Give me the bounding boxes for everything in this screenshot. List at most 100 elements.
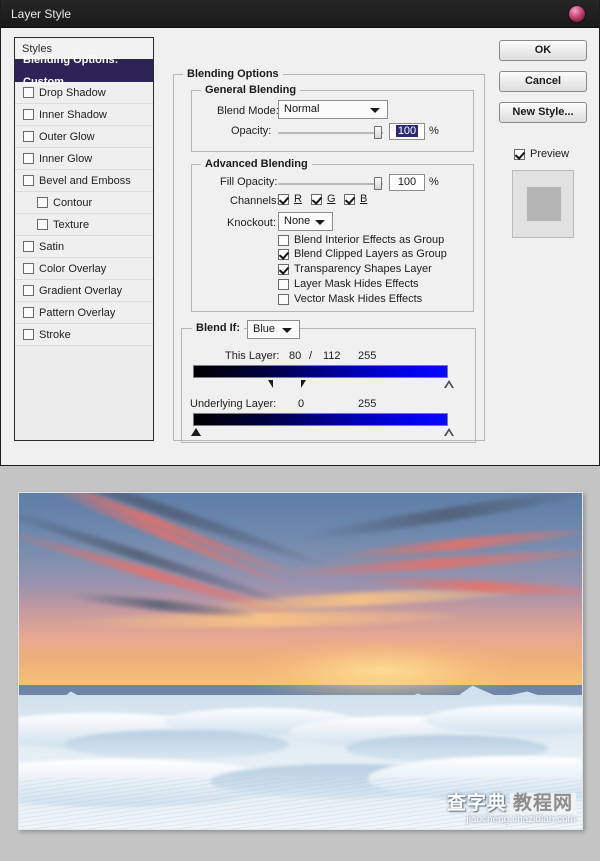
this-layer-separator: / [309, 350, 313, 362]
checkbox-checked-icon[interactable] [278, 263, 289, 275]
opacity-input[interactable]: 100 [389, 123, 425, 140]
checkbox-icon[interactable] [23, 109, 34, 120]
checkbox-icon[interactable] [278, 234, 289, 246]
checkbox-icon[interactable] [23, 241, 34, 252]
checkbox-checked-icon[interactable] [311, 193, 322, 205]
opacity-value: 100 [395, 125, 419, 137]
transparency-shapes-layer-checkbox[interactable]: Transparency Shapes Layer [278, 263, 432, 275]
photoshop-orb-icon[interactable] [569, 6, 585, 22]
checkbox-checked-icon[interactable] [278, 193, 289, 205]
preview-thumbnail [512, 170, 574, 238]
this-layer-slider[interactable] [193, 365, 454, 388]
sidebar-item-inner-glow[interactable]: Inner Glow [15, 148, 153, 170]
vector-mask-hides-effects-label: Vector Mask Hides Effects [294, 293, 423, 305]
sidebar-item-outer-glow[interactable]: Outer Glow [15, 126, 153, 148]
checkbox-icon[interactable] [278, 278, 289, 290]
fill-opacity-unit: % [429, 176, 439, 188]
triangle-outline-icon [444, 380, 454, 388]
watermark-cn: 查字典 教程网 [446, 792, 576, 814]
layer-mask-hides-effects-label: Layer Mask Hides Effects [294, 278, 419, 290]
opacity-slider[interactable] [278, 123, 383, 142]
fill-opacity-value: 100 [397, 176, 417, 188]
photo-sunset-snow-dunes: 查字典 教程网 jiaocheng.chazidian.com [18, 492, 583, 830]
fill-opacity-input[interactable]: 100 [389, 174, 425, 191]
underlying-layer-slider[interactable] [191, 413, 454, 436]
checkbox-icon[interactable] [23, 263, 34, 274]
checkbox-icon[interactable] [278, 293, 289, 305]
sidebar-item-label: Pattern Overlay [39, 306, 116, 319]
this-layer-black-marker-right[interactable] [301, 380, 310, 388]
blend-clipped-layers-checkbox[interactable]: Blend Clipped Layers as Group [278, 248, 447, 260]
chevron-down-icon [282, 328, 292, 333]
blend-interior-effects-checkbox[interactable]: Blend Interior Effects as Group [278, 234, 444, 246]
watermark: 查字典 教程网 jiaocheng.chazidian.com [446, 792, 576, 825]
vector-mask-hides-effects-checkbox[interactable]: Vector Mask Hides Effects [278, 293, 422, 305]
underlying-layer-label: Underlying Layer: [190, 398, 277, 410]
checkbox-checked-icon[interactable] [278, 248, 289, 260]
blend-if-label: Blend If: [192, 322, 244, 334]
screen-root: Layer Style Styles Blending Options: Cus… [0, 0, 600, 861]
dialog-title: Layer Style [11, 7, 72, 21]
sidebar-item-stroke[interactable]: Stroke [15, 324, 153, 346]
blend-if-channel-select[interactable]: Blue [247, 320, 300, 339]
sidebar-item-texture[interactable]: Texture [15, 214, 153, 236]
this-layer-low-right: 112 [323, 350, 341, 362]
checkbox-checked-icon[interactable] [514, 148, 525, 160]
channel-b-checkbox[interactable]: B [344, 193, 367, 205]
ok-button[interactable]: OK [499, 40, 587, 61]
canvas-area: 查字典 教程网 jiaocheng.chazidian.com [0, 466, 600, 861]
fill-opacity-slider-knob[interactable] [374, 177, 382, 190]
underlying-layer-white-marker[interactable] [444, 428, 454, 436]
fill-opacity-slider-track [278, 183, 383, 185]
checkbox-icon[interactable] [23, 87, 34, 98]
sidebar-item-label: Color Overlay [39, 262, 107, 275]
sidebar-item-blending-options[interactable]: Blending Options: Custom [15, 54, 153, 88]
sidebar-item-inner-shadow[interactable]: Inner Shadow [15, 104, 153, 126]
watermark-cn-left: 查字典 [446, 792, 507, 814]
knockout-value: None [284, 215, 311, 227]
fill-opacity-label: Fill Opacity: [220, 176, 278, 188]
checkbox-icon[interactable] [23, 175, 34, 186]
sidebar-item-label: Texture [53, 218, 90, 231]
blend-mode-select[interactable]: Normal [278, 100, 388, 119]
channel-r-checkbox[interactable]: R [278, 193, 302, 205]
dialog-titlebar[interactable]: Layer Style [1, 0, 599, 28]
checkbox-checked-icon[interactable] [344, 193, 355, 205]
sidebar-item-color-overlay[interactable]: Color Overlay [15, 258, 153, 280]
checkbox-icon[interactable] [23, 285, 34, 296]
opacity-slider-knob[interactable] [374, 126, 382, 139]
checkbox-icon[interactable] [23, 131, 34, 142]
checkbox-icon[interactable] [37, 219, 48, 230]
sidebar-item-contour[interactable]: Contour [15, 192, 153, 214]
watermark-cn-boxed: 教程网 [509, 792, 576, 814]
sidebar-item-label: Satin [39, 240, 65, 253]
this-layer-white-marker[interactable] [444, 380, 454, 388]
checkbox-icon[interactable] [37, 197, 48, 208]
underlying-layer-black-marker[interactable] [191, 428, 201, 436]
checkbox-icon[interactable] [23, 153, 34, 164]
preview-checkbox-row[interactable]: Preview [514, 148, 569, 160]
knockout-select[interactable]: None [278, 212, 333, 231]
sidebar-item-bevel-and-emboss[interactable]: Bevel and Emboss [15, 170, 153, 192]
fill-opacity-slider[interactable] [278, 174, 383, 193]
this-layer-black-marker-left[interactable] [268, 380, 277, 388]
channel-g-checkbox[interactable]: G [311, 193, 336, 205]
this-layer-label: This Layer: [225, 350, 280, 362]
styles-panel: Styles Blending Options: Custom Drop Sha… [14, 37, 154, 441]
half-triangle-icon [301, 380, 306, 388]
blending-options-legend: Blending Options [183, 68, 283, 80]
checkbox-icon[interactable] [23, 307, 34, 318]
sidebar-item-pattern-overlay[interactable]: Pattern Overlay [15, 302, 153, 324]
opacity-unit: % [429, 125, 439, 137]
preview-label: Preview [530, 148, 570, 160]
sidebar-item-label: Gradient Overlay [39, 284, 123, 297]
new-style-button[interactable]: New Style... [499, 102, 587, 123]
cancel-button[interactable]: Cancel [499, 71, 587, 92]
general-blending-legend: General Blending [201, 84, 301, 96]
this-layer-high: 255 [358, 350, 377, 362]
sidebar-item-label: Outer Glow [39, 130, 95, 143]
sidebar-item-satin[interactable]: Satin [15, 236, 153, 258]
layer-mask-hides-effects-checkbox[interactable]: Layer Mask Hides Effects [278, 278, 419, 290]
sidebar-item-gradient-overlay[interactable]: Gradient Overlay [15, 280, 153, 302]
checkbox-icon[interactable] [23, 329, 34, 340]
